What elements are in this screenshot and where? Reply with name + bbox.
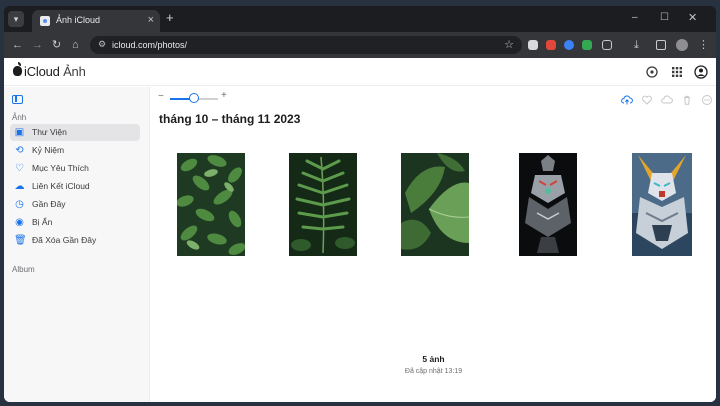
site-info-icon[interactable]: ⚙ xyxy=(98,39,106,50)
leaves-photo-1-image xyxy=(177,153,245,256)
sidebar-item-memories[interactable]: ⟲ Kỷ Niệm xyxy=(10,142,140,159)
download-icon[interactable]: ⤓ xyxy=(634,37,639,53)
brand-product: Ảnh xyxy=(63,64,86,79)
sidebar: Ảnh ▣ Thư Viện ⟲ Kỷ Niệm ♡ Mục Yêu Thích… xyxy=(4,87,150,402)
maximize-icon[interactable]: ☐ xyxy=(660,11,669,25)
upload-icon[interactable] xyxy=(621,94,633,106)
leaves-photo-1[interactable] xyxy=(177,153,245,256)
sidebar-item-favorites[interactable]: ♡ Mục Yêu Thích xyxy=(10,160,140,177)
side-panel-icon[interactable] xyxy=(656,40,666,50)
cloud-link-icon: ☁ xyxy=(14,181,25,192)
extension-3-icon[interactable] xyxy=(564,40,574,50)
tab-search-button[interactable]: ▾ xyxy=(8,11,24,27)
sidebar-item-hidden[interactable]: ◉ Bị Ẩn xyxy=(10,214,140,231)
robot-photo[interactable] xyxy=(519,153,577,256)
sidebar-item-label: Mục Yêu Thích xyxy=(32,163,89,173)
sidebar-item-label: Gần Đây xyxy=(32,199,66,209)
apple-logo-icon xyxy=(13,62,22,76)
bookmark-star-icon[interactable]: ☆ xyxy=(504,38,514,51)
sidebar-item-icloud-links[interactable]: ☁ Liên Kết iCloud xyxy=(10,178,140,195)
fern-photo-image xyxy=(289,153,357,256)
tab-title: Ảnh iCloud xyxy=(56,15,101,25)
app-brand[interactable]: iCloud Ảnh xyxy=(24,64,86,79)
home-icon[interactable]: ⌂ xyxy=(72,37,79,53)
sidebar-item-recents[interactable]: ◷ Gần Đây xyxy=(10,196,140,213)
address-bar[interactable]: ⚙ icloud.com/photos/ ☆ xyxy=(90,36,522,54)
browser-menu-icon[interactable]: ⋮ xyxy=(698,37,709,53)
extension-4-icon[interactable] xyxy=(582,40,592,50)
delete-icon[interactable] xyxy=(681,94,693,106)
icloud-photos-page: iCloud Ảnh Ảnh ▣ Thư Viện ⟲ Kỷ Niệm ♡ Mụ… xyxy=(4,58,716,402)
close-window-icon[interactable]: ✕ xyxy=(688,11,697,25)
eye-icon: ◉ xyxy=(15,217,24,228)
extension-1-icon[interactable] xyxy=(528,40,538,50)
minimize-icon[interactable]: – xyxy=(632,11,638,25)
library-view: − + tháng 10 – tháng 11 2023 5 ảnh Đã cậ… xyxy=(151,87,716,402)
last-updated: Đã cập nhật 13:19 xyxy=(404,368,463,375)
extensions-puzzle-icon[interactable] xyxy=(602,40,612,50)
extension-2-icon[interactable] xyxy=(546,40,556,50)
new-tab-button[interactable]: + xyxy=(166,11,174,25)
forward-icon[interactable]: → xyxy=(32,37,43,53)
large-leaves-photo[interactable] xyxy=(401,153,469,256)
library-icon: ▣ xyxy=(14,127,25,138)
trash-icon: 🗑 xyxy=(14,235,27,246)
app-grid-icon[interactable] xyxy=(670,65,684,79)
account-icon[interactable] xyxy=(694,65,708,79)
sidebar-item-label: Bị Ẩn xyxy=(32,217,53,227)
gundam-photo[interactable] xyxy=(632,153,692,256)
memories-icon: ⟲ xyxy=(15,145,24,156)
large-leaves-photo-image xyxy=(401,153,469,256)
sidebar-item-label: Đã Xóa Gần Đây xyxy=(32,235,97,245)
section-albums-heading[interactable]: Album xyxy=(12,265,35,274)
sidebar-item-label: Thư Viện xyxy=(32,127,67,137)
tab-close-icon[interactable]: × xyxy=(148,13,154,27)
sidebar-item-label: Liên Kết iCloud xyxy=(32,181,90,191)
photo-count: 5 ảnh xyxy=(422,354,445,364)
browser-tab[interactable]: Ảnh iCloud × xyxy=(32,10,160,32)
sidebar-item-recently-deleted[interactable]: 🗑 Đã Xóa Gần Đây xyxy=(10,232,140,249)
url-text: icloud.com/photos/ xyxy=(112,40,188,50)
icloud-favicon-icon xyxy=(40,16,50,26)
robot-photo-image xyxy=(519,153,577,256)
sidebar-item-library[interactable]: ▣ Thư Viện xyxy=(10,124,140,141)
browser-window: ▾ Ảnh iCloud × + – ☐ ✕ ← → ↻ ⌂ ⚙ icloud.… xyxy=(4,6,716,402)
add-circle-icon[interactable] xyxy=(645,65,659,79)
cloud-share-icon[interactable] xyxy=(661,94,673,106)
section-photos-heading: Ảnh xyxy=(12,113,27,122)
app-header: iCloud Ảnh xyxy=(4,58,716,86)
zoom-in-button[interactable]: + xyxy=(221,90,227,101)
zoom-slider-thumb[interactable] xyxy=(189,93,199,103)
brand-icloud: iCloud xyxy=(24,64,60,79)
sidebar-toggle-icon[interactable] xyxy=(12,95,23,104)
gundam-photo-image xyxy=(632,153,692,256)
tab-strip: ▾ Ảnh iCloud × + – ☐ ✕ xyxy=(4,6,716,32)
favorite-icon[interactable] xyxy=(641,94,653,106)
fern-photo[interactable] xyxy=(289,153,357,256)
sidebar-item-label: Kỷ Niệm xyxy=(32,145,65,155)
back-icon[interactable]: ← xyxy=(12,37,23,53)
date-range-heading: tháng 10 – tháng 11 2023 xyxy=(159,112,301,126)
heart-icon: ♡ xyxy=(15,163,24,174)
clock-icon: ◷ xyxy=(15,199,24,210)
zoom-out-button[interactable]: − xyxy=(158,91,164,102)
reload-icon[interactable]: ↻ xyxy=(52,37,61,53)
browser-toolbar: ← → ↻ ⌂ ⚙ icloud.com/photos/ ☆ ⤓ ⋮ xyxy=(4,32,716,58)
profile-avatar[interactable] xyxy=(676,39,688,51)
more-options-icon[interactable] xyxy=(701,94,713,106)
